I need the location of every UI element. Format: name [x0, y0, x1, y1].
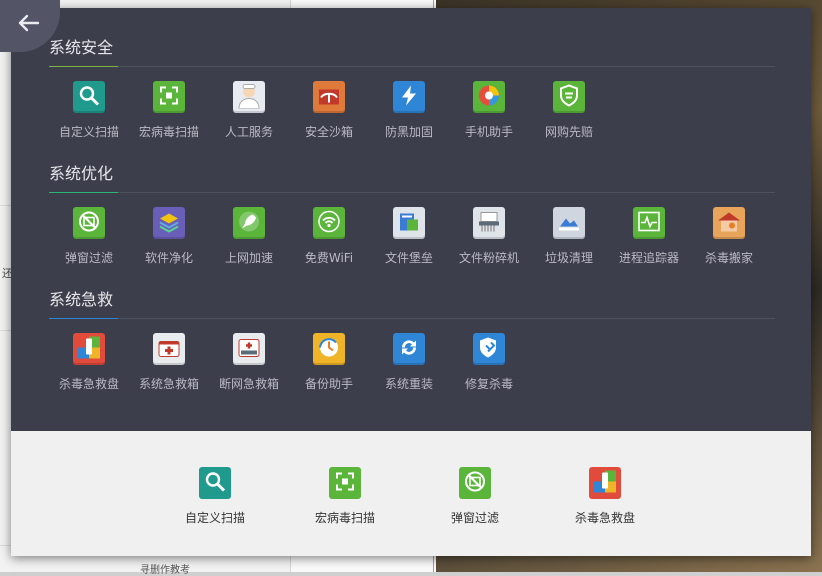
file-fortress-icon: [393, 207, 425, 239]
house-icon: [713, 207, 745, 239]
tool-label: 宏病毒扫描: [138, 125, 199, 139]
tool-label: 软件净化: [144, 251, 193, 265]
tool-tile[interactable]: 自定义扫描: [49, 81, 129, 151]
quick-tool-0[interactable]: 自定义扫描: [170, 467, 260, 526]
tool-label: 文件堡垒: [384, 251, 433, 265]
lightning-shield-icon: [393, 81, 425, 113]
magnifier-icon: [199, 467, 231, 499]
first-aid-icon: [153, 333, 185, 365]
shredder-icon: [473, 207, 505, 239]
popup-filter-icon: [459, 467, 491, 499]
tool-label: 免费WiFi: [304, 251, 354, 265]
process-monitor-icon: [633, 207, 665, 239]
section-title: 系统优化: [49, 164, 114, 183]
tool-label: 备份助手: [304, 377, 353, 391]
tool-label: 杀毒急救盘: [58, 377, 119, 391]
tool-label: 断网急救箱: [218, 377, 279, 391]
section-system-rescue: 系统急救 杀毒急救盘 系统急救箱 断网急救箱 备份助手 系统重装 修复杀毒: [49, 288, 775, 391]
tool-tile[interactable]: 软件净化: [129, 207, 209, 277]
phone-assistant-icon: [473, 81, 505, 113]
tool-label: 杀毒搬家: [704, 251, 753, 265]
usb-rescue-icon: [589, 467, 621, 499]
section-title: 系统急救: [49, 290, 114, 309]
repair-icon: [473, 333, 505, 365]
tools-panel: 系统安全 自定义扫描 宏病毒扫描 人工服务 安全沙箱 防黑加固 手机助手 网购先赔 系统优化…: [0, 0, 811, 556]
tool-tile[interactable]: 上网加速: [209, 207, 289, 277]
tool-tile[interactable]: 杀毒搬家: [689, 207, 769, 277]
quick-tool-2[interactable]: 弹窗过滤: [430, 467, 520, 526]
tool-label: 修复杀毒: [464, 377, 513, 391]
quick-tool-1[interactable]: 宏病毒扫描: [300, 467, 390, 526]
tool-tile[interactable]: 备份助手: [289, 333, 369, 403]
back-arrow-icon: [18, 14, 40, 32]
tool-label: 弹窗过滤: [64, 251, 113, 265]
tool-tile[interactable]: 系统急救箱: [129, 333, 209, 403]
backup-icon: [313, 333, 345, 365]
tool-tile[interactable]: 人工服务: [209, 81, 289, 151]
section-divider: [49, 318, 775, 319]
quick-tool-3[interactable]: 杀毒急救盘: [560, 467, 650, 526]
background-text: 寻删作教考: [140, 565, 190, 576]
section-divider: [49, 192, 775, 193]
section-system-security: 系统安全 自定义扫描 宏病毒扫描 人工服务 安全沙箱 防黑加固 手机助手 网购先赔: [49, 36, 775, 139]
tool-label: 系统急救箱: [138, 377, 199, 391]
usb-rescue-icon: [73, 333, 105, 365]
tool-tile[interactable]: 文件堡垒: [369, 207, 449, 277]
tool-label: 文件粉碎机: [458, 251, 519, 265]
cleanup-icon: [553, 207, 585, 239]
tool-label: 上网加速: [224, 251, 273, 265]
rocket-icon: [233, 207, 265, 239]
section-title: 系统安全: [49, 38, 114, 57]
sandbox-icon: [313, 81, 345, 113]
tool-label: 宏病毒扫描: [314, 511, 375, 525]
reinstall-icon: [393, 333, 425, 365]
tool-label: 网购先赔: [544, 125, 593, 139]
tool-tile[interactable]: 弹窗过滤: [49, 207, 129, 277]
tool-tile[interactable]: 安全沙箱: [289, 81, 369, 151]
popup-filter-icon: [73, 207, 105, 239]
tool-tile[interactable]: 系统重装: [369, 333, 449, 403]
tool-tile[interactable]: 防黑加固: [369, 81, 449, 151]
tool-label: 人工服务: [224, 125, 273, 139]
tool-tile[interactable]: 进程追踪器: [609, 207, 689, 277]
tool-label: 手机助手: [464, 125, 513, 139]
tool-label: 垃圾清理: [544, 251, 593, 265]
quick-launch-bar: 自定义扫描 宏病毒扫描 弹窗过滤 杀毒急救盘: [11, 431, 811, 556]
layers-icon: [153, 207, 185, 239]
tool-label: 安全沙箱: [304, 125, 353, 139]
tool-tile[interactable]: 手机助手: [449, 81, 529, 151]
macro-scan-icon: [153, 81, 185, 113]
tool-label: 系统重装: [384, 377, 433, 391]
magnifier-icon: [73, 81, 105, 113]
tool-tile[interactable]: 修复杀毒: [449, 333, 529, 403]
section-divider: [49, 66, 775, 67]
tool-label: 自定义扫描: [58, 125, 119, 139]
tool-tile[interactable]: 网购先赔: [529, 81, 609, 151]
tool-tile[interactable]: 文件粉碎机: [449, 207, 529, 277]
tool-tile[interactable]: 断网急救箱: [209, 333, 289, 403]
tool-tile[interactable]: 免费WiFi: [289, 207, 369, 277]
tool-label: 防黑加固: [384, 125, 433, 139]
shopping-shield-icon: [553, 81, 585, 113]
tool-tile[interactable]: 杀毒急救盘: [49, 333, 129, 403]
wifi-icon: [313, 207, 345, 239]
tool-label: 自定义扫描: [184, 511, 245, 525]
network-aid-icon: [233, 333, 265, 365]
tool-tile[interactable]: 宏病毒扫描: [129, 81, 209, 151]
tool-label: 进程追踪器: [618, 251, 679, 265]
tool-label: 杀毒急救盘: [574, 511, 635, 525]
macro-scan-icon: [329, 467, 361, 499]
section-system-optimize: 系统优化 弹窗过滤 软件净化 上网加速 免费WiFi 文件堡垒 文件粉碎机 垃圾清理 进程追踪…: [49, 162, 775, 265]
service-agent-icon: [233, 81, 265, 113]
tool-label: 弹窗过滤: [450, 511, 499, 525]
tool-tile[interactable]: 垃圾清理: [529, 207, 609, 277]
